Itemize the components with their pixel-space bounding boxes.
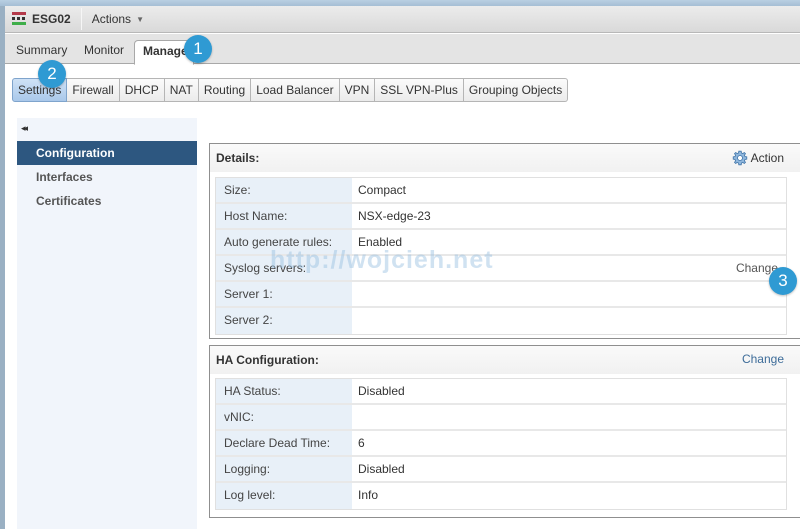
action-label: Action xyxy=(750,151,784,165)
collapse-sidebar-icon[interactable]: ◂◂ xyxy=(21,123,28,134)
ha-table: HA Status: Disabled vNIC: Declare Dead T… xyxy=(215,378,787,510)
callout-badge-1: 1 xyxy=(184,35,212,63)
row-label: Host Name: xyxy=(216,204,352,228)
table-row: Syslog servers: Change xyxy=(216,256,786,282)
row-value: NSX-edge-23 xyxy=(358,209,431,223)
subtab-grouping-objects[interactable]: Grouping Objects xyxy=(463,78,569,102)
row-label: vNIC: xyxy=(216,405,352,429)
subtab-load-balancer[interactable]: Load Balancer xyxy=(251,78,340,102)
row-label: Server 2: xyxy=(216,308,352,334)
row-label: Server 1: xyxy=(216,282,352,306)
tab-monitor[interactable]: Monitor xyxy=(84,40,124,64)
row-value: Enabled xyxy=(358,235,403,249)
ha-change-link[interactable]: Change xyxy=(742,352,784,366)
actions-label: Actions xyxy=(91,12,132,26)
row-value: 6 xyxy=(358,436,365,450)
details-panel-header: Details: Action xyxy=(210,144,800,172)
row-label: Logging: xyxy=(216,457,352,481)
row-label: Syslog servers: xyxy=(216,256,352,280)
table-row: Server 1: xyxy=(216,282,786,308)
object-title: ESG02 xyxy=(32,12,71,26)
row-value xyxy=(352,282,786,306)
tab-summary[interactable]: Summary xyxy=(16,40,67,64)
details-panel: Details: Action Size: Compact Host Name:… xyxy=(209,143,800,339)
subtab-ssl-vpn-plus[interactable]: SSL VPN-Plus xyxy=(375,78,464,102)
settings-sidebar: ◂◂ Configuration Interfaces Certificates xyxy=(17,118,197,529)
table-row: Host Name: NSX-edge-23 xyxy=(216,204,786,230)
ha-title: HA Configuration: xyxy=(216,353,319,367)
row-label: Auto generate rules: xyxy=(216,230,352,254)
window-left-strip xyxy=(0,6,5,529)
object-titlebar: ESG02 Actions ▼ xyxy=(5,6,800,33)
row-label: Declare Dead Time: xyxy=(216,431,352,455)
edge-gateway-icon xyxy=(11,12,27,26)
sidebar-item-interfaces[interactable]: Interfaces xyxy=(17,165,197,189)
gear-icon xyxy=(732,150,747,166)
table-row: HA Status: Disabled xyxy=(216,379,786,405)
main-tab-bar: Summary Monitor Manage xyxy=(5,34,800,65)
ha-panel-header: HA Configuration: Change xyxy=(210,346,800,374)
title-separator xyxy=(80,8,82,30)
row-label: HA Status: xyxy=(216,379,352,403)
callout-badge-2: 2 xyxy=(38,60,66,88)
caret-down-icon: ▼ xyxy=(136,14,144,24)
callout-badge-3: 3 xyxy=(769,267,797,295)
subtab-nat[interactable]: NAT xyxy=(164,78,199,102)
nsx-edge-manage-view: ESG02 Actions ▼ Summary Monitor Manage S… xyxy=(0,0,800,529)
subtab-firewall[interactable]: Firewall xyxy=(67,78,120,102)
row-value: Info xyxy=(358,488,379,502)
details-title: Details: xyxy=(216,151,260,165)
table-row: Log level: Info xyxy=(216,483,786,509)
table-row: Size: Compact xyxy=(216,178,786,204)
row-value: Disabled xyxy=(358,462,405,476)
row-label: Log level: xyxy=(216,483,352,509)
row-value: Compact xyxy=(358,183,407,197)
subtab-vpn[interactable]: VPN xyxy=(339,78,376,102)
table-row: Server 2: xyxy=(216,308,786,334)
row-value xyxy=(352,256,786,280)
row-value xyxy=(352,308,786,334)
row-value xyxy=(352,405,786,429)
sidebar-item-configuration[interactable]: Configuration xyxy=(17,141,197,165)
details-table: Size: Compact Host Name: NSX-edge-23 Aut… xyxy=(215,177,787,335)
settings-sub-tab-bar: Settings Firewall DHCP NAT Routing Load … xyxy=(12,78,569,102)
table-row: vNIC: xyxy=(216,405,786,431)
table-row: Auto generate rules: Enabled xyxy=(216,230,786,256)
row-label: Size: xyxy=(216,178,352,202)
row-value: Disabled xyxy=(358,384,405,398)
table-row: Logging: Disabled xyxy=(216,457,786,483)
actions-menu-button[interactable]: Actions ▼ xyxy=(92,12,144,26)
subtab-routing[interactable]: Routing xyxy=(198,78,252,102)
ha-configuration-panel: HA Configuration: Change HA Status: Disa… xyxy=(209,345,800,518)
sidebar-item-certificates[interactable]: Certificates xyxy=(17,189,197,213)
table-row: Declare Dead Time: 6 xyxy=(216,431,786,457)
subtab-dhcp[interactable]: DHCP xyxy=(119,78,165,102)
details-action-button[interactable]: Action xyxy=(732,150,784,166)
